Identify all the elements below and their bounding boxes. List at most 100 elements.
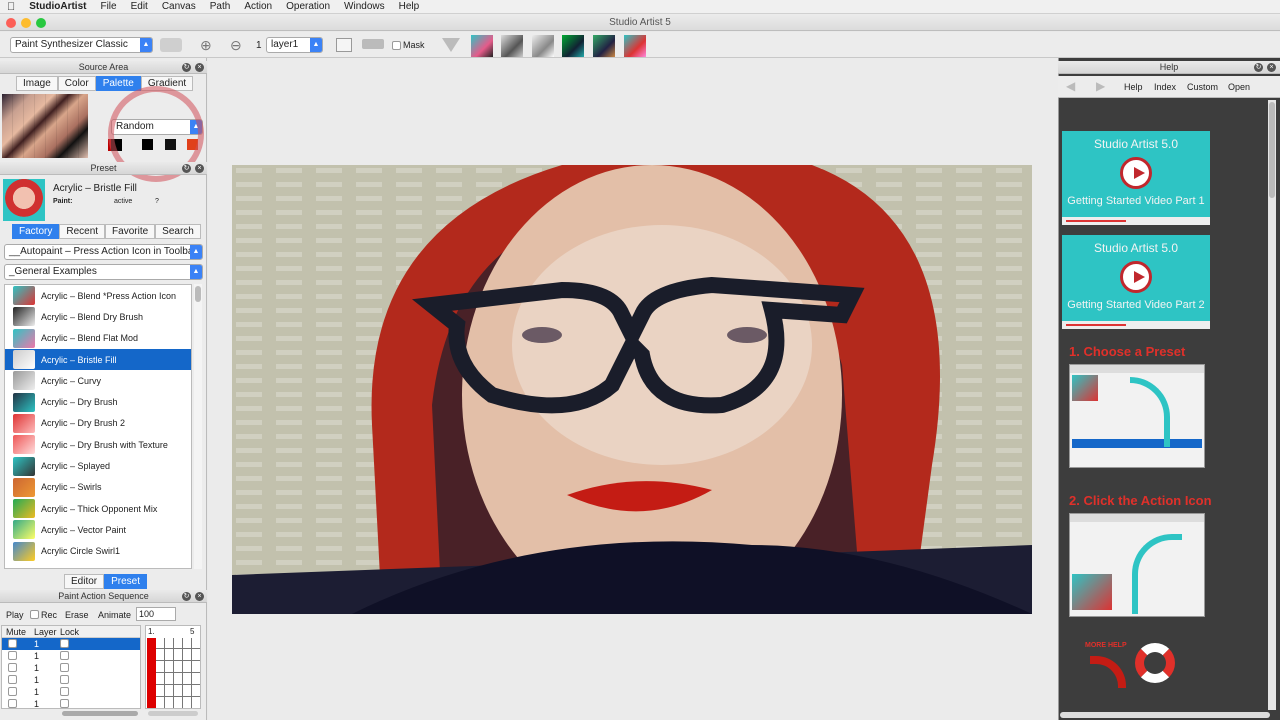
lock-checkbox[interactable] bbox=[60, 662, 69, 672]
brush-icon[interactable] bbox=[362, 39, 384, 49]
pas-timeline[interactable]: 1. 5 bbox=[145, 625, 201, 709]
pas-row[interactable]: 1 bbox=[2, 698, 140, 710]
mute-checkbox[interactable] bbox=[8, 638, 17, 648]
menu-help[interactable]: Help bbox=[392, 1, 427, 12]
category-select-1[interactable]: __Autopaint – Press Action Icon in Toolb… bbox=[4, 244, 203, 260]
mute-checkbox[interactable] bbox=[8, 698, 17, 708]
pas-scrollbar[interactable] bbox=[62, 711, 138, 716]
pas-close-button[interactable]: × bbox=[195, 592, 204, 601]
lock-cell[interactable] bbox=[60, 686, 69, 698]
play-icon[interactable] bbox=[1120, 261, 1152, 293]
help-nav-help[interactable]: Help bbox=[1124, 82, 1143, 92]
rec-checkbox[interactable] bbox=[30, 610, 39, 619]
pas-detach-button[interactable]: ↻ bbox=[182, 592, 191, 601]
preset-list-item[interactable]: Acrylic – Dry Brush with Texture bbox=[5, 434, 191, 455]
pas-row[interactable]: 1 bbox=[2, 650, 140, 662]
mute-cell[interactable] bbox=[2, 650, 34, 662]
tab-image[interactable]: Image bbox=[16, 76, 58, 91]
thumb-6[interactable] bbox=[624, 35, 646, 57]
mask-checkbox[interactable] bbox=[392, 41, 401, 50]
zoom-in-icon[interactable]: ⊕ bbox=[200, 37, 212, 54]
category-select-2[interactable]: _General Examples ▲ bbox=[4, 264, 203, 280]
pas-row[interactable]: 1 bbox=[2, 674, 140, 686]
apple-icon[interactable]:  bbox=[0, 1, 22, 13]
minimize-window-button[interactable] bbox=[21, 18, 31, 28]
thumb-4[interactable] bbox=[562, 35, 584, 57]
canvas-image[interactable] bbox=[232, 165, 1032, 614]
menu-app[interactable]: StudioArtist bbox=[22, 1, 93, 12]
timeline-scrollbar[interactable] bbox=[148, 711, 198, 716]
timeline-grid[interactable] bbox=[147, 638, 200, 708]
preset-detach-button[interactable]: ↻ bbox=[182, 164, 191, 173]
preset-type-select[interactable]: Paint Synthesizer Classic ▲ bbox=[10, 37, 153, 53]
pas-row[interactable]: 1 bbox=[2, 638, 140, 650]
tab-editor[interactable]: Editor bbox=[64, 574, 105, 589]
menu-operation[interactable]: Operation bbox=[279, 1, 337, 12]
preset-list-item[interactable]: Acrylic – Swirls bbox=[5, 477, 191, 498]
palette-swatches[interactable] bbox=[2, 94, 88, 158]
mute-cell[interactable] bbox=[2, 674, 34, 686]
pas-row[interactable]: 1 bbox=[2, 662, 140, 674]
preset-list-item[interactable]: Acrylic – Bristle Fill bbox=[5, 348, 191, 371]
preset-list-item[interactable]: Acrylic – Blend *Press Action Icon bbox=[5, 285, 191, 306]
play-button[interactable]: Play bbox=[6, 610, 24, 620]
lock-checkbox[interactable] bbox=[60, 638, 69, 648]
source-area-close-button[interactable]: × bbox=[195, 63, 204, 72]
video-2-card[interactable]: Studio Artist 5.0 Getting Started Video … bbox=[1062, 235, 1210, 329]
thumb-2[interactable] bbox=[501, 35, 523, 57]
menu-edit[interactable]: Edit bbox=[124, 1, 155, 12]
close-window-button[interactable] bbox=[6, 18, 16, 28]
lock-cell[interactable] bbox=[60, 674, 69, 686]
preset-list-item[interactable]: Acrylic Circle Swirl1 bbox=[5, 541, 191, 562]
preset-list-item[interactable]: Acrylic – Dry Brush bbox=[5, 391, 191, 412]
layer-options-icon[interactable] bbox=[336, 38, 352, 52]
lock-checkbox[interactable] bbox=[60, 698, 69, 708]
mute-checkbox[interactable] bbox=[8, 650, 17, 660]
thumb-5[interactable] bbox=[593, 35, 615, 57]
zoom-out-icon[interactable]: ⊖ bbox=[230, 37, 242, 54]
lock-cell[interactable] bbox=[60, 650, 69, 662]
mute-checkbox[interactable] bbox=[8, 674, 17, 684]
video-2-progress[interactable] bbox=[1062, 321, 1210, 329]
lock-cell[interactable] bbox=[60, 698, 69, 710]
thumb-3[interactable] bbox=[532, 35, 554, 57]
animate-input[interactable]: 100 bbox=[136, 607, 176, 621]
video-1-progress[interactable] bbox=[1062, 217, 1210, 225]
preset-close-button[interactable]: × bbox=[195, 164, 204, 173]
tab-recent[interactable]: Recent bbox=[59, 224, 106, 239]
mute-checkbox[interactable] bbox=[8, 686, 17, 696]
preset-list-item[interactable]: Acrylic – Blend Flat Mod bbox=[5, 328, 191, 349]
tab-search[interactable]: Search bbox=[155, 224, 201, 239]
thumb-1[interactable] bbox=[471, 35, 493, 57]
action-icon[interactable] bbox=[160, 38, 182, 52]
lock-checkbox[interactable] bbox=[60, 686, 69, 696]
mute-cell[interactable] bbox=[2, 686, 34, 698]
mute-cell[interactable] bbox=[2, 662, 34, 674]
help-detach-button[interactable]: ↻ bbox=[1254, 63, 1263, 72]
more-help-label[interactable]: MORE HELP bbox=[1085, 642, 1127, 649]
menu-windows[interactable]: Windows bbox=[337, 1, 392, 12]
help-nav-custom[interactable]: Custom bbox=[1187, 82, 1218, 92]
help-nav-index[interactable]: Index bbox=[1154, 82, 1176, 92]
preset-list-item[interactable]: Acrylic – Vector Paint bbox=[5, 519, 191, 540]
menu-file[interactable]: File bbox=[93, 1, 123, 12]
tab-color[interactable]: Color bbox=[57, 76, 96, 91]
tab-palette[interactable]: Palette bbox=[95, 76, 141, 91]
preset-list[interactable]: Acrylic – Blend *Press Action Icon Acryli… bbox=[4, 284, 192, 569]
preset-list-item[interactable]: Acrylic – Curvy bbox=[5, 370, 191, 391]
forward-arrow-icon[interactable]: ▶ bbox=[1096, 79, 1105, 93]
filter-icon[interactable] bbox=[442, 38, 460, 52]
layer-select[interactable]: layer1 ▲ bbox=[266, 37, 323, 53]
mute-cell[interactable] bbox=[2, 698, 34, 710]
help-close-button[interactable]: × bbox=[1267, 63, 1276, 72]
zoom-window-button[interactable] bbox=[36, 18, 46, 28]
preset-list-item[interactable]: Acrylic – Thick Opponent Mix bbox=[5, 498, 191, 519]
help-scrollbar[interactable] bbox=[1268, 100, 1276, 710]
menu-action[interactable]: Action bbox=[237, 1, 279, 12]
back-arrow-icon[interactable]: ◀ bbox=[1066, 79, 1075, 93]
video-1-card[interactable]: Studio Artist 5.0 Getting Started Video … bbox=[1062, 131, 1210, 225]
mute-cell[interactable] bbox=[2, 638, 34, 650]
tab-factory[interactable]: Factory bbox=[12, 224, 60, 239]
lock-checkbox[interactable] bbox=[60, 674, 69, 684]
tab-favorite[interactable]: Favorite bbox=[105, 224, 156, 239]
